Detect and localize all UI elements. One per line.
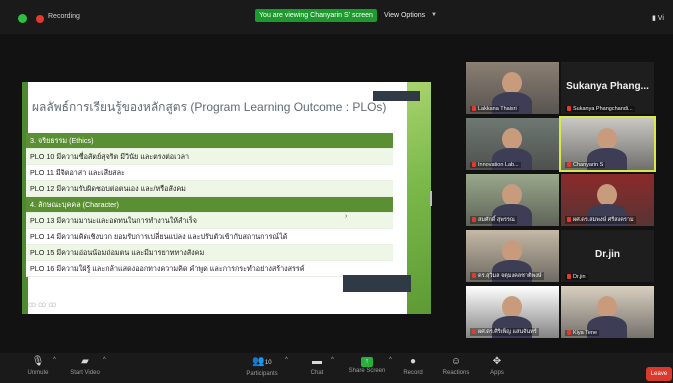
share-screen-icon: ↑ bbox=[361, 357, 373, 367]
slide-section-header: 4. ลักษณะบุคคล (Character) bbox=[26, 197, 393, 213]
participant-tile[interactable]: ผศ.ดร.ศิริเพ็ญ แสนจันทร์ bbox=[466, 286, 559, 338]
participant-video-face bbox=[597, 128, 617, 150]
participant-video-face bbox=[597, 184, 617, 206]
muted-mic-icon bbox=[567, 106, 571, 111]
muted-mic-icon bbox=[472, 273, 476, 278]
chevron-up-icon[interactable]: ^ bbox=[331, 357, 334, 363]
participant-video-face bbox=[502, 240, 522, 262]
participant-tile[interactable]: Innovation Lab... bbox=[466, 118, 559, 170]
slide-plo-row: PLO 16 มีความใฝ่รู้ และกล้าแสดงออกทางควา… bbox=[26, 261, 393, 277]
participant-name-label: Lakkana Thaisri bbox=[470, 106, 519, 112]
participant-name-label: ผศ.ดร.สมพงษ์ ศรีสงคราม bbox=[565, 216, 636, 224]
muted-mic-icon bbox=[567, 330, 571, 335]
start-video-label: Start Video bbox=[70, 370, 100, 376]
slide-plo-row: PLO 14 มีความคิดเชิงบวก ยอมรับการเปลี่ยน… bbox=[26, 229, 393, 245]
participant-video-face bbox=[502, 184, 522, 206]
viewing-screen-banner: You are viewing Chanyarin S' screen bbox=[255, 9, 377, 22]
slide-plo-row: PLO 11 มีจิตอาสา และเสียสละ bbox=[26, 165, 393, 181]
slide-plo-row: PLO 12 มีความรับผิดชอบต่อตนเอง และ/หรือส… bbox=[26, 181, 393, 197]
chevron-up-icon[interactable]: ^ bbox=[53, 357, 56, 363]
chat-icon: ▬ bbox=[312, 356, 322, 367]
participant-name: Innovation Lab... bbox=[478, 162, 519, 168]
participant-name: ผศ.ดร.สมพงษ์ ศรีสงคราม bbox=[573, 217, 634, 223]
chat-button[interactable]: ▬ Chat bbox=[292, 355, 342, 383]
slide-title: ผลลัพธ์การเรียนรู้ของหลักสูตร (Program L… bbox=[32, 100, 387, 114]
view-mode-button[interactable]: ▮ Vi bbox=[652, 14, 664, 22]
top-bar: Recording You are viewing Chanyarin S' s… bbox=[0, 0, 673, 34]
participant-name: Chanyarin S bbox=[573, 162, 604, 168]
participant-tile[interactable]: ผศ.ดร.สมพงษ์ ศรีสงคราม bbox=[561, 174, 654, 226]
participant-name: Lakkana Thaisri bbox=[478, 106, 517, 112]
apps-label: Apps bbox=[490, 370, 504, 376]
apps-button[interactable]: ✥ Apps bbox=[472, 355, 522, 383]
muted-mic-icon bbox=[567, 162, 571, 167]
panel-resize-handle[interactable] bbox=[430, 191, 432, 206]
participant-video-face bbox=[502, 72, 522, 94]
participant-tile[interactable]: Sukanya Phang... Sukanya Phangchandi... bbox=[561, 62, 654, 114]
participants-count: 10 bbox=[264, 360, 272, 366]
muted-mic-icon bbox=[567, 274, 571, 279]
muted-mic-icon bbox=[472, 329, 476, 334]
participant-name-label: สมศักดิ์ สุพรรณ bbox=[470, 216, 517, 224]
participant-name-label: ผศ.ดร.ศิริเพ็ญ แสนจันทร์ bbox=[470, 328, 539, 336]
chat-label: Chat bbox=[310, 370, 324, 376]
share-screen-button[interactable]: ↑ Share Screen bbox=[342, 355, 392, 383]
participant-name: Dr.jin bbox=[573, 274, 586, 280]
share-screen-label: Share Screen bbox=[348, 368, 386, 374]
participant-name-label: Chanyarin S bbox=[565, 162, 606, 168]
muted-mic-icon bbox=[472, 106, 476, 111]
mouse-cursor-icon: › bbox=[345, 213, 348, 220]
participant-name: ดร.สุวิมล จตุมงคลชาติพงษ์ bbox=[478, 273, 542, 279]
muted-mic-icon bbox=[472, 162, 476, 167]
slide-plo-row: PLO 13 มีความมานะและอดทนในการทำงานให้สำเ… bbox=[26, 213, 393, 229]
slide-plo-row: PLO 15 มีความอ่อนน้อมถ่อมตน และมีมารยาทท… bbox=[26, 245, 393, 261]
redaction-bar bbox=[343, 275, 411, 292]
muted-mic-icon bbox=[567, 217, 571, 222]
redaction-bar bbox=[373, 91, 420, 101]
leave-button[interactable]: Leave bbox=[646, 367, 672, 381]
participant-name: ผศ.ดร.ศิริเพ็ญ แสนจันทร์ bbox=[478, 329, 537, 335]
chevron-up-icon[interactable]: ^ bbox=[285, 357, 288, 363]
participant-tile[interactable]: ดร.สุวิมล จตุมงคลชาติพงษ์ bbox=[466, 230, 559, 282]
unmute-label: Unmute bbox=[27, 370, 49, 376]
participant-name-label: Kiya Tene bbox=[565, 330, 600, 336]
participant-tile[interactable]: Lakkana Thaisri bbox=[466, 62, 559, 114]
apps-icon: ✥ bbox=[492, 356, 502, 367]
security-shield-icon[interactable] bbox=[18, 14, 27, 23]
participant-display-name: Sukanya Phang... bbox=[566, 81, 649, 92]
participant-name: Kiya Tene bbox=[573, 330, 598, 336]
participant-name: Sukanya Phangchandi... bbox=[573, 106, 633, 112]
muted-mic-icon bbox=[472, 217, 476, 222]
plo-list: 3. จริยธรรม (Ethics) PLO 10 มีความซื่อสัต… bbox=[26, 133, 393, 277]
participant-tile[interactable]: Kiya Tene bbox=[561, 286, 654, 338]
participant-name-label: Sukanya Phangchandi... bbox=[565, 106, 635, 112]
participants-icon: 👥10 bbox=[252, 356, 272, 367]
chevron-down-icon[interactable]: ▼ bbox=[431, 12, 437, 18]
participants-button[interactable]: 👥10 Participants bbox=[237, 355, 287, 383]
participant-name: สมศักดิ์ สุพรรณ bbox=[478, 217, 515, 223]
shared-screen: ผลลัพธ์การเรียนรู้ของหลักสูตร (Program L… bbox=[22, 82, 431, 314]
slide-section-header: 3. จริยธรรม (Ethics) bbox=[26, 133, 393, 149]
participant-display-name: Dr.jin bbox=[594, 249, 620, 260]
slide-plo-row: PLO 10 มีความซื่อสัตย์สุจริต มีวินัย และ… bbox=[26, 149, 393, 165]
participant-video-face bbox=[502, 296, 522, 318]
view-options-button[interactable]: View Options bbox=[384, 9, 425, 22]
participant-name-label: ดร.สุวิมล จตุมงคลชาติพงษ์ bbox=[470, 272, 544, 280]
participant-tile[interactable]: Dr.jin Dr.jin bbox=[561, 230, 654, 282]
participant-video-face bbox=[502, 128, 522, 150]
recording-icon bbox=[36, 15, 44, 23]
participant-tile[interactable]: Chanyarin S bbox=[559, 116, 656, 172]
participant-tile[interactable]: สมศักดิ์ สุพรรณ bbox=[466, 174, 559, 226]
participant-name-label: Innovation Lab... bbox=[470, 162, 521, 168]
recording-label: Recording bbox=[48, 13, 80, 20]
participant-video-face bbox=[597, 296, 617, 318]
slide-footer-logo: ꝏꝏꝏ bbox=[28, 300, 59, 309]
participants-label: Participants bbox=[246, 371, 278, 377]
chevron-up-icon[interactable]: ^ bbox=[103, 357, 106, 363]
meeting-toolbar: 🎙 Unmute ^ ▰ Start Video ^ 👥10 Participa… bbox=[0, 353, 673, 383]
participant-name-label: Dr.jin bbox=[565, 274, 588, 280]
